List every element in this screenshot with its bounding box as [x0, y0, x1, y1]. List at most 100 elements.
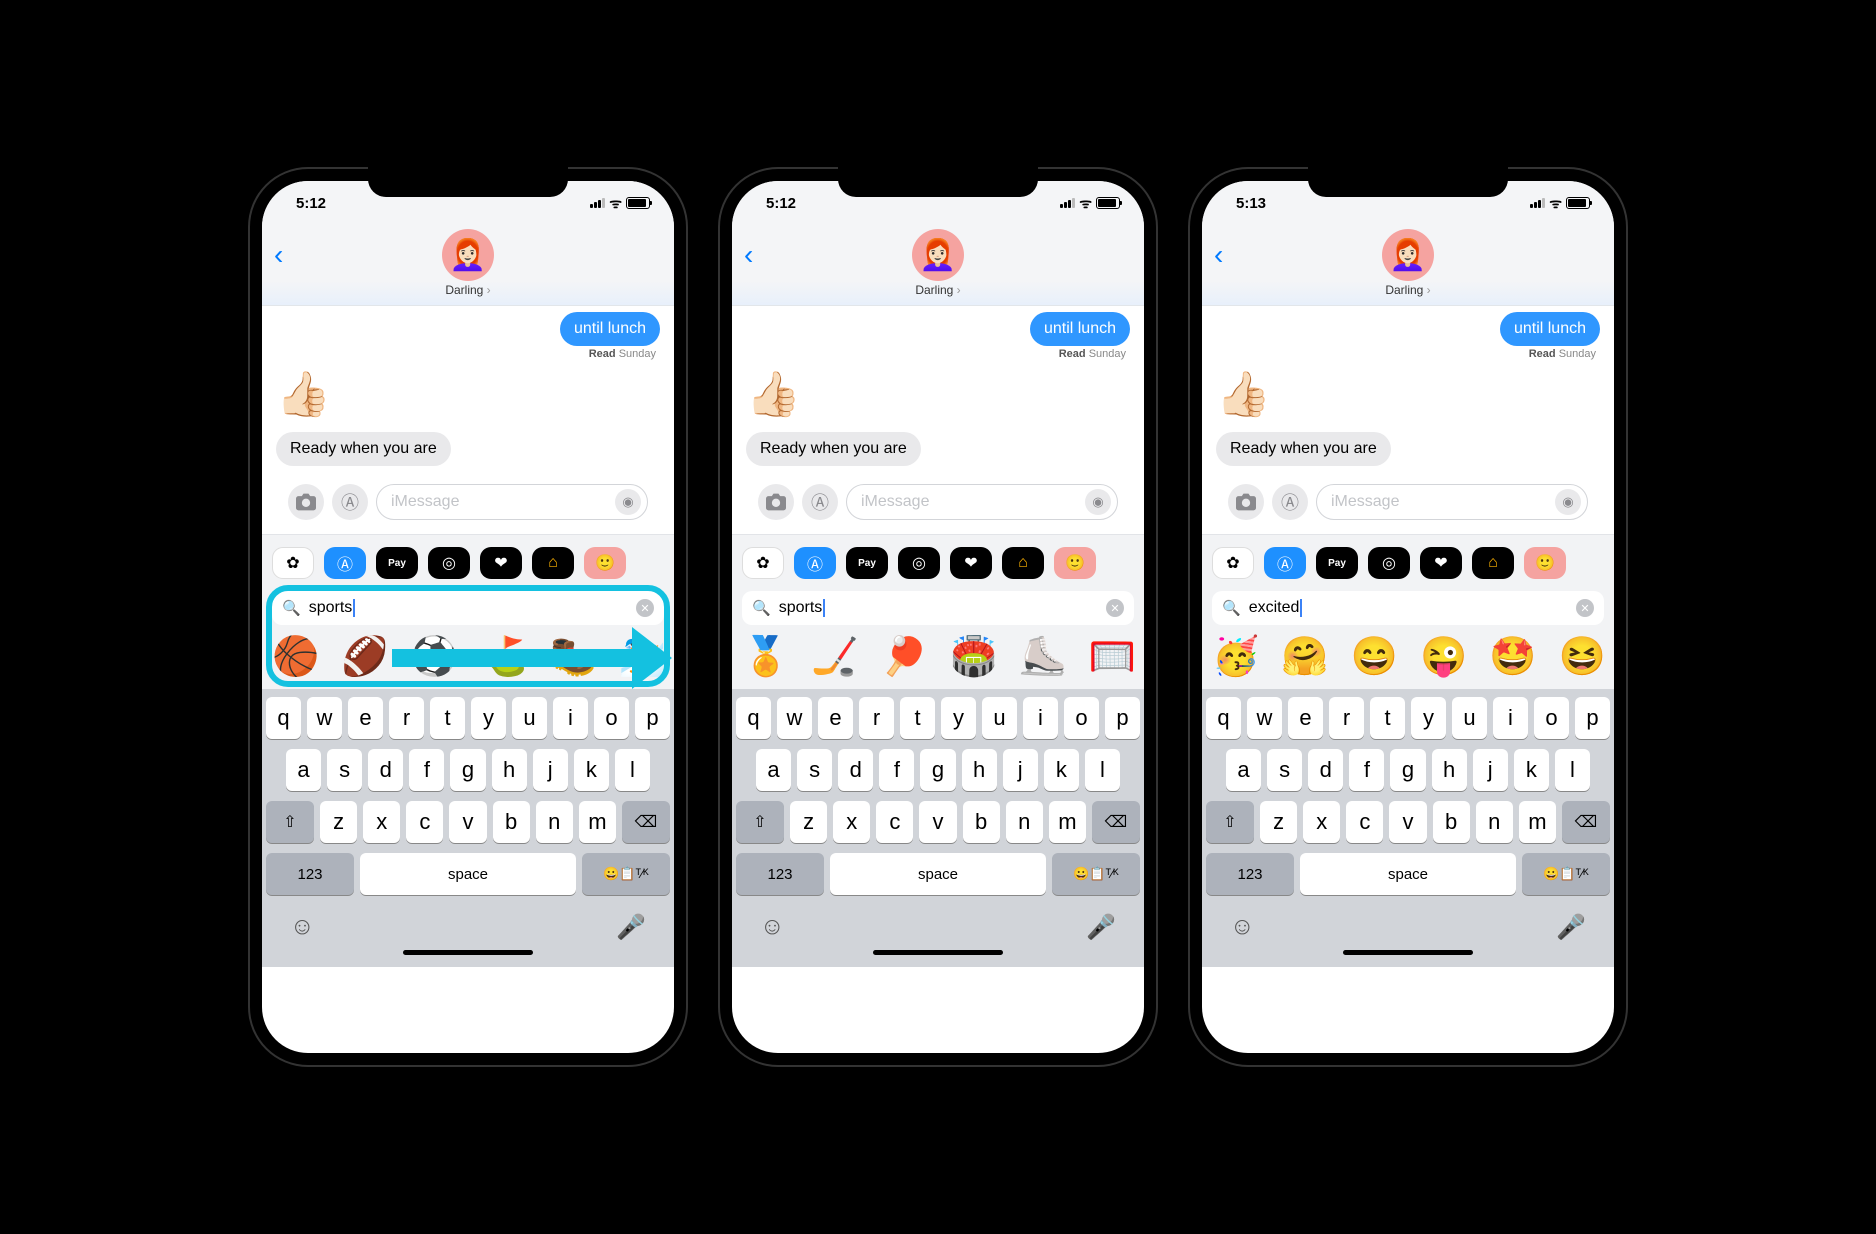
audio-message-button[interactable]: ◉ — [615, 489, 641, 515]
key-g[interactable]: g — [450, 749, 485, 791]
apple-pay-icon[interactable]: Pay — [376, 547, 418, 579]
numeric-key[interactable]: 123 — [1206, 853, 1294, 895]
key-j[interactable]: j — [1003, 749, 1038, 791]
fitness-app-icon[interactable]: ◎ — [898, 547, 940, 579]
emoji-search-field[interactable]: 🔍 excited ✕ — [1212, 591, 1604, 625]
key-h[interactable]: h — [492, 749, 527, 791]
key-o[interactable]: o — [1064, 697, 1099, 739]
incoming-emoji-message[interactable]: 👍🏻 — [276, 368, 660, 420]
key-j[interactable]: j — [1473, 749, 1508, 791]
shift-key[interactable]: ⇧ — [1206, 801, 1254, 843]
alt-keyboard-key[interactable]: 😀📋ᵀ⁄ᴷ — [1052, 853, 1140, 895]
emoji-result[interactable]: 🏟️ — [950, 635, 997, 679]
emoji-result[interactable]: 😜 — [1420, 635, 1467, 679]
key-v[interactable]: v — [1389, 801, 1426, 843]
emoji-result[interactable]: 🤗 — [1281, 635, 1328, 679]
apple-pay-icon[interactable]: Pay — [1316, 547, 1358, 579]
emoji-result[interactable]: 😄 — [1351, 635, 1398, 679]
key-v[interactable]: v — [449, 801, 486, 843]
key-x[interactable]: x — [363, 801, 400, 843]
space-key[interactable]: space — [360, 853, 576, 895]
key-w[interactable]: w — [777, 697, 812, 739]
emoji-result[interactable]: 😆 — [1559, 635, 1604, 679]
key-w[interactable]: w — [307, 697, 342, 739]
key-m[interactable]: m — [579, 801, 616, 843]
audio-message-button[interactable]: ◉ — [1555, 489, 1581, 515]
key-d[interactable]: d — [368, 749, 403, 791]
key-k[interactable]: k — [1514, 749, 1549, 791]
health-app-icon[interactable]: ❤ — [950, 547, 992, 579]
key-u[interactable]: u — [512, 697, 547, 739]
alt-keyboard-key[interactable]: 😀📋ᵀ⁄ᴷ — [582, 853, 670, 895]
shift-key[interactable]: ⇧ — [266, 801, 314, 843]
camera-button[interactable] — [1228, 484, 1264, 520]
key-p[interactable]: p — [635, 697, 670, 739]
key-h[interactable]: h — [962, 749, 997, 791]
tabs-app-icon[interactable]: ⌂ — [532, 547, 574, 579]
key-j[interactable]: j — [533, 749, 568, 791]
message-input[interactable]: iMessage ◉ — [846, 484, 1118, 520]
backspace-key[interactable]: ⌫ — [622, 801, 670, 843]
space-key[interactable]: space — [830, 853, 1046, 895]
key-y[interactable]: y — [471, 697, 506, 739]
key-y[interactable]: y — [1411, 697, 1446, 739]
fitness-app-icon[interactable]: ◎ — [428, 547, 470, 579]
clear-search-button[interactable]: ✕ — [1106, 599, 1124, 617]
emoji-result[interactable]: ⛳ — [480, 635, 527, 679]
health-app-icon[interactable]: ❤ — [480, 547, 522, 579]
clear-search-button[interactable]: ✕ — [636, 599, 654, 617]
backspace-key[interactable]: ⌫ — [1562, 801, 1610, 843]
photos-app-icon[interactable]: ✿ — [742, 547, 784, 579]
app-store-button[interactable]: Ⓐ — [802, 484, 838, 520]
emoji-result[interactable]: 🏓 — [881, 635, 928, 679]
back-button[interactable]: ‹ — [744, 239, 753, 271]
key-k[interactable]: k — [1044, 749, 1079, 791]
key-e[interactable]: e — [818, 697, 853, 739]
emoji-result[interactable]: ⛸️ — [1019, 635, 1066, 679]
fitness-app-icon[interactable]: ◎ — [1368, 547, 1410, 579]
emoji-result[interactable]: 🏀 — [272, 635, 319, 679]
numeric-key[interactable]: 123 — [736, 853, 824, 895]
key-w[interactable]: w — [1247, 697, 1282, 739]
incoming-message[interactable]: Ready when you are — [746, 432, 921, 466]
outgoing-message[interactable]: until lunch — [1500, 312, 1600, 346]
emoji-result[interactable]: 🥳 — [1212, 635, 1259, 679]
app-store-icon[interactable]: Ⓐ — [324, 547, 366, 579]
key-q[interactable]: q — [736, 697, 771, 739]
emoji-keyboard-button[interactable]: ☺ — [1230, 913, 1255, 942]
message-input[interactable]: iMessage ◉ — [1316, 484, 1588, 520]
key-l[interactable]: l — [1085, 749, 1120, 791]
key-g[interactable]: g — [920, 749, 955, 791]
key-e[interactable]: e — [1288, 697, 1323, 739]
key-u[interactable]: u — [982, 697, 1017, 739]
contact-name[interactable]: Darling — [1214, 283, 1602, 297]
numeric-key[interactable]: 123 — [266, 853, 354, 895]
key-v[interactable]: v — [919, 801, 956, 843]
space-key[interactable]: space — [1300, 853, 1516, 895]
memoji-app-icon[interactable]: 🙂 — [584, 547, 626, 579]
emoji-result[interactable]: ⛷️ — [619, 635, 664, 679]
contact-avatar[interactable]: 👩🏻‍🦰 — [442, 229, 494, 281]
emoji-keyboard-button[interactable]: ☺ — [760, 913, 785, 942]
clear-search-button[interactable]: ✕ — [1576, 599, 1594, 617]
emoji-result[interactable]: 🏈 — [341, 635, 388, 679]
key-s[interactable]: s — [327, 749, 362, 791]
incoming-emoji-message[interactable]: 👍🏻 — [746, 368, 1130, 420]
outgoing-message[interactable]: until lunch — [560, 312, 660, 346]
emoji-search-field[interactable]: 🔍 sports ✕ — [272, 591, 664, 625]
app-strip[interactable]: ✿ⒶPay◎❤⌂🙂 — [272, 547, 664, 579]
dictation-button[interactable]: 🎤 — [1556, 913, 1586, 942]
key-f[interactable]: f — [879, 749, 914, 791]
app-strip[interactable]: ✿ⒶPay◎❤⌂🙂 — [742, 547, 1134, 579]
dictation-button[interactable]: 🎤 — [1086, 913, 1116, 942]
contact-name[interactable]: Darling — [744, 283, 1132, 297]
key-n[interactable]: n — [536, 801, 573, 843]
key-u[interactable]: u — [1452, 697, 1487, 739]
tabs-app-icon[interactable]: ⌂ — [1002, 547, 1044, 579]
message-input[interactable]: iMessage ◉ — [376, 484, 648, 520]
key-l[interactable]: l — [1555, 749, 1590, 791]
key-a[interactable]: a — [1226, 749, 1261, 791]
emoji-keyboard-button[interactable]: ☺ — [290, 913, 315, 942]
key-c[interactable]: c — [406, 801, 443, 843]
key-y[interactable]: y — [941, 697, 976, 739]
